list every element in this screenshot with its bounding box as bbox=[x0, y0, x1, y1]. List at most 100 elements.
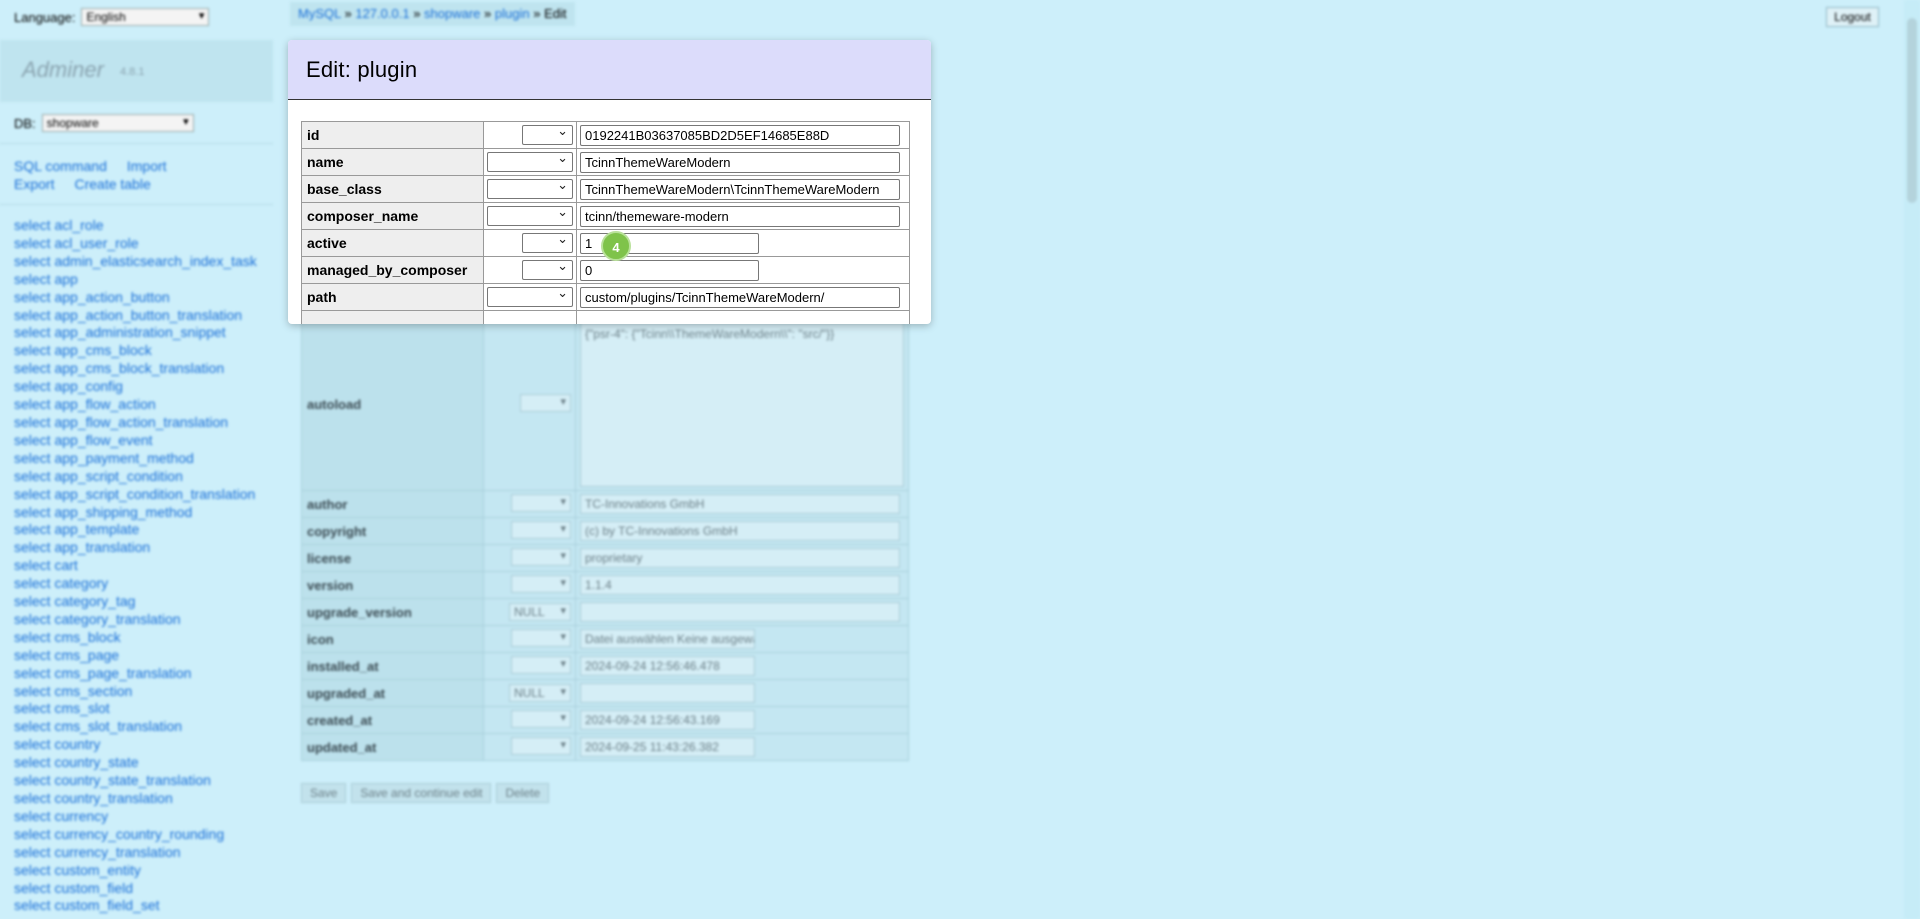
adminer-logo[interactable]: Adminer bbox=[22, 57, 104, 83]
sidebar-table-link[interactable]: select app_payment_method bbox=[14, 450, 194, 466]
sidebar-table-link[interactable]: select cms_slot bbox=[14, 700, 110, 716]
upgrade-version-input[interactable] bbox=[580, 602, 900, 622]
managed-by-composer-input[interactable]: 0 bbox=[580, 259, 759, 281]
sidebar-table-link[interactable]: select acl_user_role bbox=[14, 235, 139, 251]
sidebar-table-link[interactable]: select app_template bbox=[14, 521, 139, 537]
sidebar-table-link[interactable]: select category_tag bbox=[14, 593, 135, 609]
sidebar-table-link[interactable]: select custom_field bbox=[14, 880, 133, 896]
sidebar-table-link[interactable]: select category bbox=[14, 575, 108, 591]
function-select[interactable] bbox=[511, 736, 571, 755]
breadcrumb-mysql[interactable]: MySQL bbox=[298, 6, 341, 21]
list-item: select country_state bbox=[14, 754, 272, 772]
sidebar-table-link[interactable]: select app_config bbox=[14, 378, 123, 394]
function-select[interactable] bbox=[487, 150, 573, 172]
sidebar-table-link[interactable]: select category_translation bbox=[14, 611, 181, 627]
sidebar-table-link[interactable]: select app bbox=[14, 271, 78, 287]
autoload-textarea[interactable]: {"psr-4": {"Tcinn\\ThemeWareModern\\": "… bbox=[580, 322, 904, 487]
name-input[interactable]: TcinnThemeWareModern bbox=[580, 151, 900, 173]
path-input[interactable]: custom/plugins/TcinnThemeWareModern/ bbox=[580, 286, 900, 308]
sidebar-table-link[interactable]: select cms_page bbox=[14, 647, 119, 663]
list-item: select currency_country_rounding bbox=[14, 826, 272, 844]
sidebar-table-link[interactable]: select cms_page_translation bbox=[14, 665, 191, 681]
list-item: select currency bbox=[14, 808, 272, 826]
sidebar-table-link[interactable]: select app_action_button bbox=[14, 289, 170, 305]
sidebar-table-link[interactable]: select country_state_translation bbox=[14, 772, 211, 788]
sidebar-table-link[interactable]: select cms_section bbox=[14, 683, 132, 699]
id-input[interactable]: 0192241B03637085BD2D5EF14685E88D bbox=[580, 124, 900, 146]
sidebar-table-link[interactable]: select app_translation bbox=[14, 539, 150, 555]
version-input[interactable]: 1.1.4 bbox=[580, 575, 900, 595]
vertical-scrollbar[interactable] bbox=[1904, 0, 1920, 919]
function-select[interactable]: NULL bbox=[509, 603, 571, 621]
scrollbar-thumb[interactable] bbox=[1907, 18, 1917, 203]
sidebar-table-link[interactable]: select app_cms_block_translation bbox=[14, 360, 224, 376]
function-select[interactable] bbox=[511, 655, 571, 674]
sidebar-table-link[interactable]: select cms_block bbox=[14, 629, 121, 645]
function-select[interactable] bbox=[522, 258, 573, 280]
function-select[interactable] bbox=[511, 493, 571, 512]
function-select[interactable] bbox=[511, 709, 571, 728]
sidebar-table-link[interactable]: select app_administration_snippet bbox=[14, 324, 226, 340]
function-cell bbox=[483, 625, 576, 653]
license-input[interactable]: proprietary bbox=[580, 548, 900, 568]
function-select[interactable] bbox=[487, 204, 573, 226]
sidebar-table-link[interactable]: select custom_field_set bbox=[14, 897, 160, 913]
sidebar-table-link[interactable]: select currency_translation bbox=[14, 844, 181, 860]
function-select[interactable] bbox=[522, 231, 573, 253]
function-cell bbox=[483, 283, 577, 311]
function-select[interactable] bbox=[511, 574, 571, 593]
sidebar-table-link[interactable]: select app_shipping_method bbox=[14, 504, 192, 520]
export-link[interactable]: Export bbox=[14, 176, 54, 192]
sidebar-table-link[interactable]: select cms_slot_translation bbox=[14, 718, 182, 734]
sidebar-table-link[interactable]: select currency_country_rounding bbox=[14, 826, 224, 842]
import-link[interactable]: Import bbox=[127, 158, 167, 174]
save-button[interactable]: Save bbox=[301, 783, 347, 803]
copyright-input[interactable]: (c) by TC-Innovations GmbH bbox=[580, 521, 900, 541]
sidebar-table-link[interactable]: select country bbox=[14, 736, 100, 752]
delete-button[interactable]: Delete bbox=[496, 783, 550, 803]
installed-at-input[interactable]: 2024-09-24 12:56:46.478 bbox=[580, 656, 755, 676]
sidebar-table-link[interactable]: select admin_elasticsearch_index_task bbox=[14, 253, 257, 269]
function-select[interactable] bbox=[487, 177, 573, 199]
language-select[interactable]: English bbox=[81, 8, 210, 26]
sidebar-table-link[interactable]: select app_script_condition_translation bbox=[14, 486, 255, 502]
sidebar-table-link[interactable]: select acl_role bbox=[14, 217, 104, 233]
sidebar-table-link[interactable]: select cart bbox=[14, 557, 78, 573]
value-cell: Datei auswählen Keine ausgewählt bbox=[575, 625, 909, 653]
create-table-link[interactable]: Create table bbox=[74, 176, 150, 192]
divider bbox=[0, 204, 273, 205]
db-select[interactable]: shopware bbox=[41, 114, 194, 132]
function-select[interactable] bbox=[511, 547, 571, 566]
base-class-input[interactable]: TcinnThemeWareModern\TcinnThemeWareModer… bbox=[580, 178, 900, 200]
function-select[interactable] bbox=[511, 628, 571, 647]
author-input[interactable]: TC-Innovations GmbH bbox=[580, 494, 900, 514]
language-row: Language: English bbox=[14, 8, 210, 26]
breadcrumb-table[interactable]: plugin bbox=[495, 6, 530, 21]
sql-command-link[interactable]: SQL command bbox=[14, 158, 107, 174]
composer-name-input[interactable]: tcinn/themeware-modern bbox=[580, 205, 900, 227]
save-and-continue-button[interactable]: Save and continue edit bbox=[351, 783, 492, 803]
sidebar-table-link[interactable]: select app_action_button_translation bbox=[14, 307, 242, 323]
breadcrumb-server[interactable]: 127.0.0.1 bbox=[355, 6, 409, 21]
sidebar-table-link[interactable]: select app_flow_event bbox=[14, 432, 153, 448]
upgraded-at-input[interactable] bbox=[580, 683, 755, 703]
sidebar-table-link[interactable]: select currency bbox=[14, 808, 108, 824]
icon-input[interactable]: Datei auswählen Keine ausgewählt bbox=[580, 629, 755, 649]
logout-button[interactable]: Logout bbox=[1826, 7, 1879, 27]
function-select[interactable]: NULL bbox=[509, 684, 571, 702]
sidebar-table-link[interactable]: select app_script_condition bbox=[14, 468, 183, 484]
function-select[interactable] bbox=[511, 520, 571, 539]
table-row: icon Datei auswählen Keine ausgewählt bbox=[301, 625, 909, 653]
sidebar-table-link[interactable]: select app_flow_action bbox=[14, 396, 156, 412]
updated-at-input[interactable]: 2024-09-25 11:43:26.382 bbox=[580, 737, 755, 757]
sidebar-table-link[interactable]: select app_cms_block bbox=[14, 342, 152, 358]
breadcrumb-database[interactable]: shopware bbox=[424, 6, 480, 21]
sidebar-table-link[interactable]: select app_flow_action_translation bbox=[14, 414, 228, 430]
function-select[interactable] bbox=[487, 285, 573, 307]
value-cell: (c) by TC-Innovations GmbH bbox=[575, 517, 909, 545]
sidebar-table-link[interactable]: select country_translation bbox=[14, 790, 173, 806]
sidebar-table-link[interactable]: select custom_entity bbox=[14, 862, 141, 878]
sidebar-table-link[interactable]: select country_state bbox=[14, 754, 139, 770]
function-select[interactable] bbox=[522, 123, 573, 145]
created-at-input[interactable]: 2024-09-24 12:56:43.169 bbox=[580, 710, 755, 730]
